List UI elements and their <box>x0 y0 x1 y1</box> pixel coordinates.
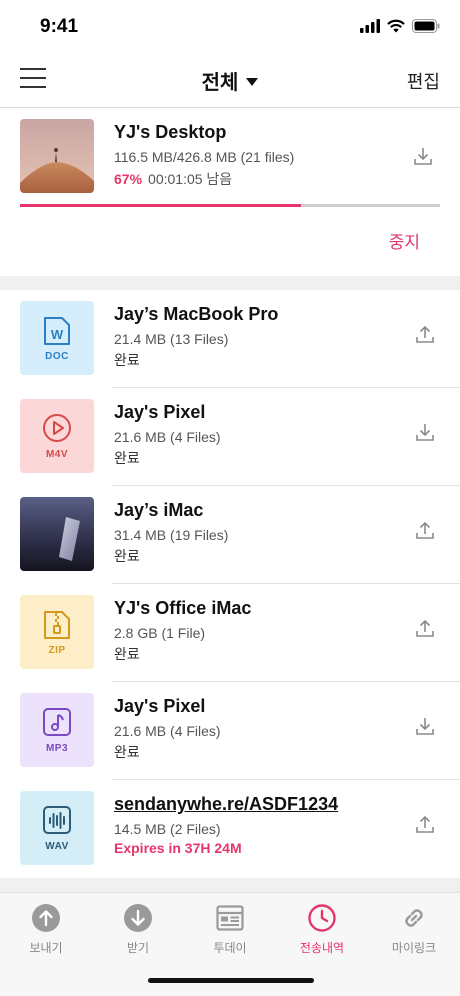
status-bar: 9:41 <box>0 0 460 54</box>
device-name: YJ's Office iMac <box>114 598 252 618</box>
list-item[interactable]: Jay’s iMac 31.4 MB (19 Files) 완료 <box>0 486 460 584</box>
transfer-status: 완료 <box>114 548 140 564</box>
file-ext-label: ZIP <box>48 645 66 656</box>
device-name: Jay's Pixel <box>114 402 206 422</box>
upload-icon[interactable] <box>414 519 436 541</box>
progress-bar-fill <box>20 204 302 207</box>
transfer-status: 완료 <box>114 646 140 662</box>
tab-send[interactable]: 보내기 <box>0 903 92 963</box>
transfer-size: 2.8 GB (1 File) <box>114 625 206 641</box>
transfer-progress-text: 67% 00:01:05 남음 <box>114 169 232 189</box>
tab-label: 받기 <box>126 941 150 955</box>
file-ext-label: WAV <box>45 841 69 852</box>
list-item[interactable]: WAV sendanywhe.re/ASDF1234 14.5 MB (2 Fi… <box>0 780 460 878</box>
progress-percent: 67% <box>114 171 143 187</box>
list-item[interactable]: W DOC Jay’s MacBook Pro 21.4 MB (13 File… <box>0 290 460 388</box>
desert-photo-thumbnail <box>20 119 94 193</box>
download-icon[interactable] <box>412 145 434 167</box>
status-icons <box>360 19 440 33</box>
transfer-status: 완료 <box>114 450 140 466</box>
transfer-size: 21.6 MB (4 Files) <box>114 429 221 445</box>
stop-button[interactable]: 중지 <box>389 228 420 253</box>
transfer-name: YJ's Desktop <box>114 122 227 142</box>
tab-mylink[interactable]: 마이링크 <box>368 903 460 963</box>
expiry-status: Expires in 37H 24M <box>114 840 242 856</box>
home-indicator <box>148 978 314 983</box>
today-icon <box>216 905 244 931</box>
file-ext-label: M4V <box>45 449 69 460</box>
caret-down-icon <box>246 77 259 86</box>
signal-icon <box>360 19 380 33</box>
list-item[interactable]: MP3 Jay's Pixel 21.6 MB (4 Files) 완료 <box>0 682 460 780</box>
device-name: Jay’s MacBook Pro <box>114 304 279 324</box>
nav-title: 전체 <box>201 72 239 94</box>
section-divider <box>0 878 460 892</box>
photo-thumbnail <box>20 497 94 571</box>
file-ext-label: DOC <box>45 351 69 362</box>
video-file-icon: M4V <box>20 399 94 473</box>
progress-bar <box>20 204 440 207</box>
wifi-icon <box>387 19 405 33</box>
link-icon <box>405 909 423 927</box>
zip-file-icon: ZIP <box>20 595 94 669</box>
upload-icon[interactable] <box>414 323 436 345</box>
upload-icon[interactable] <box>414 617 436 639</box>
music-file-icon: MP3 <box>20 693 94 767</box>
transfer-size: 31.4 MB (19 Files) <box>114 527 229 543</box>
device-name: Jay's Pixel <box>114 696 206 716</box>
tab-history[interactable]: 전송내역 <box>276 903 368 963</box>
tab-label: 보내기 <box>29 941 63 955</box>
upload-icon[interactable] <box>414 813 436 835</box>
svg-text:W: W <box>51 327 64 342</box>
tab-label: 마이링크 <box>391 941 437 955</box>
edit-button[interactable]: 편집 <box>407 68 440 94</box>
list-item[interactable]: ZIP YJ's Office iMac 2.8 GB (1 File) 완료 <box>0 584 460 682</box>
audio-wave-icon: WAV <box>20 791 94 865</box>
battery-icon <box>412 19 440 33</box>
filter-dropdown[interactable]: 전체 <box>0 66 460 95</box>
tab-receive[interactable]: 받기 <box>92 903 184 963</box>
time-remaining: 00:01:05 남음 <box>148 171 233 187</box>
device-name: Jay’s iMac <box>114 500 204 520</box>
section-divider <box>0 276 460 290</box>
download-icon[interactable] <box>414 715 436 737</box>
file-ext-label: MP3 <box>45 743 69 754</box>
share-link[interactable]: sendanywhe.re/ASDF1234 <box>114 794 338 815</box>
status-time: 9:41 <box>40 16 79 37</box>
doc-file-icon: W DOC <box>20 301 94 375</box>
transfer-size: 21.6 MB (4 Files) <box>114 723 221 739</box>
tab-label: 전송내역 <box>299 941 345 955</box>
tab-today[interactable]: 투데이 <box>184 903 276 963</box>
transfer-status: 완료 <box>114 744 140 760</box>
active-transfer[interactable]: YJ's Desktop 116.5 MB/426.8 MB (21 files… <box>0 108 460 276</box>
history-icon <box>308 904 336 932</box>
transfer-size: 21.4 MB (13 Files) <box>114 331 229 347</box>
transfer-size: 14.5 MB (2 Files) <box>114 821 221 837</box>
send-icon <box>32 904 60 932</box>
list-item[interactable]: M4V Jay's Pixel 21.6 MB (4 Files) 완료 <box>0 388 460 486</box>
transfer-history-list: W DOC Jay’s MacBook Pro 21.4 MB (13 File… <box>0 290 460 878</box>
transfer-status: 완료 <box>114 352 140 368</box>
download-icon[interactable] <box>414 421 436 443</box>
tab-label: 투데이 <box>213 941 247 955</box>
transfer-size: 116.5 MB/426.8 MB (21 files) <box>114 149 295 165</box>
receive-icon <box>124 904 152 932</box>
nav-bar: 전체 편집 <box>0 54 460 108</box>
